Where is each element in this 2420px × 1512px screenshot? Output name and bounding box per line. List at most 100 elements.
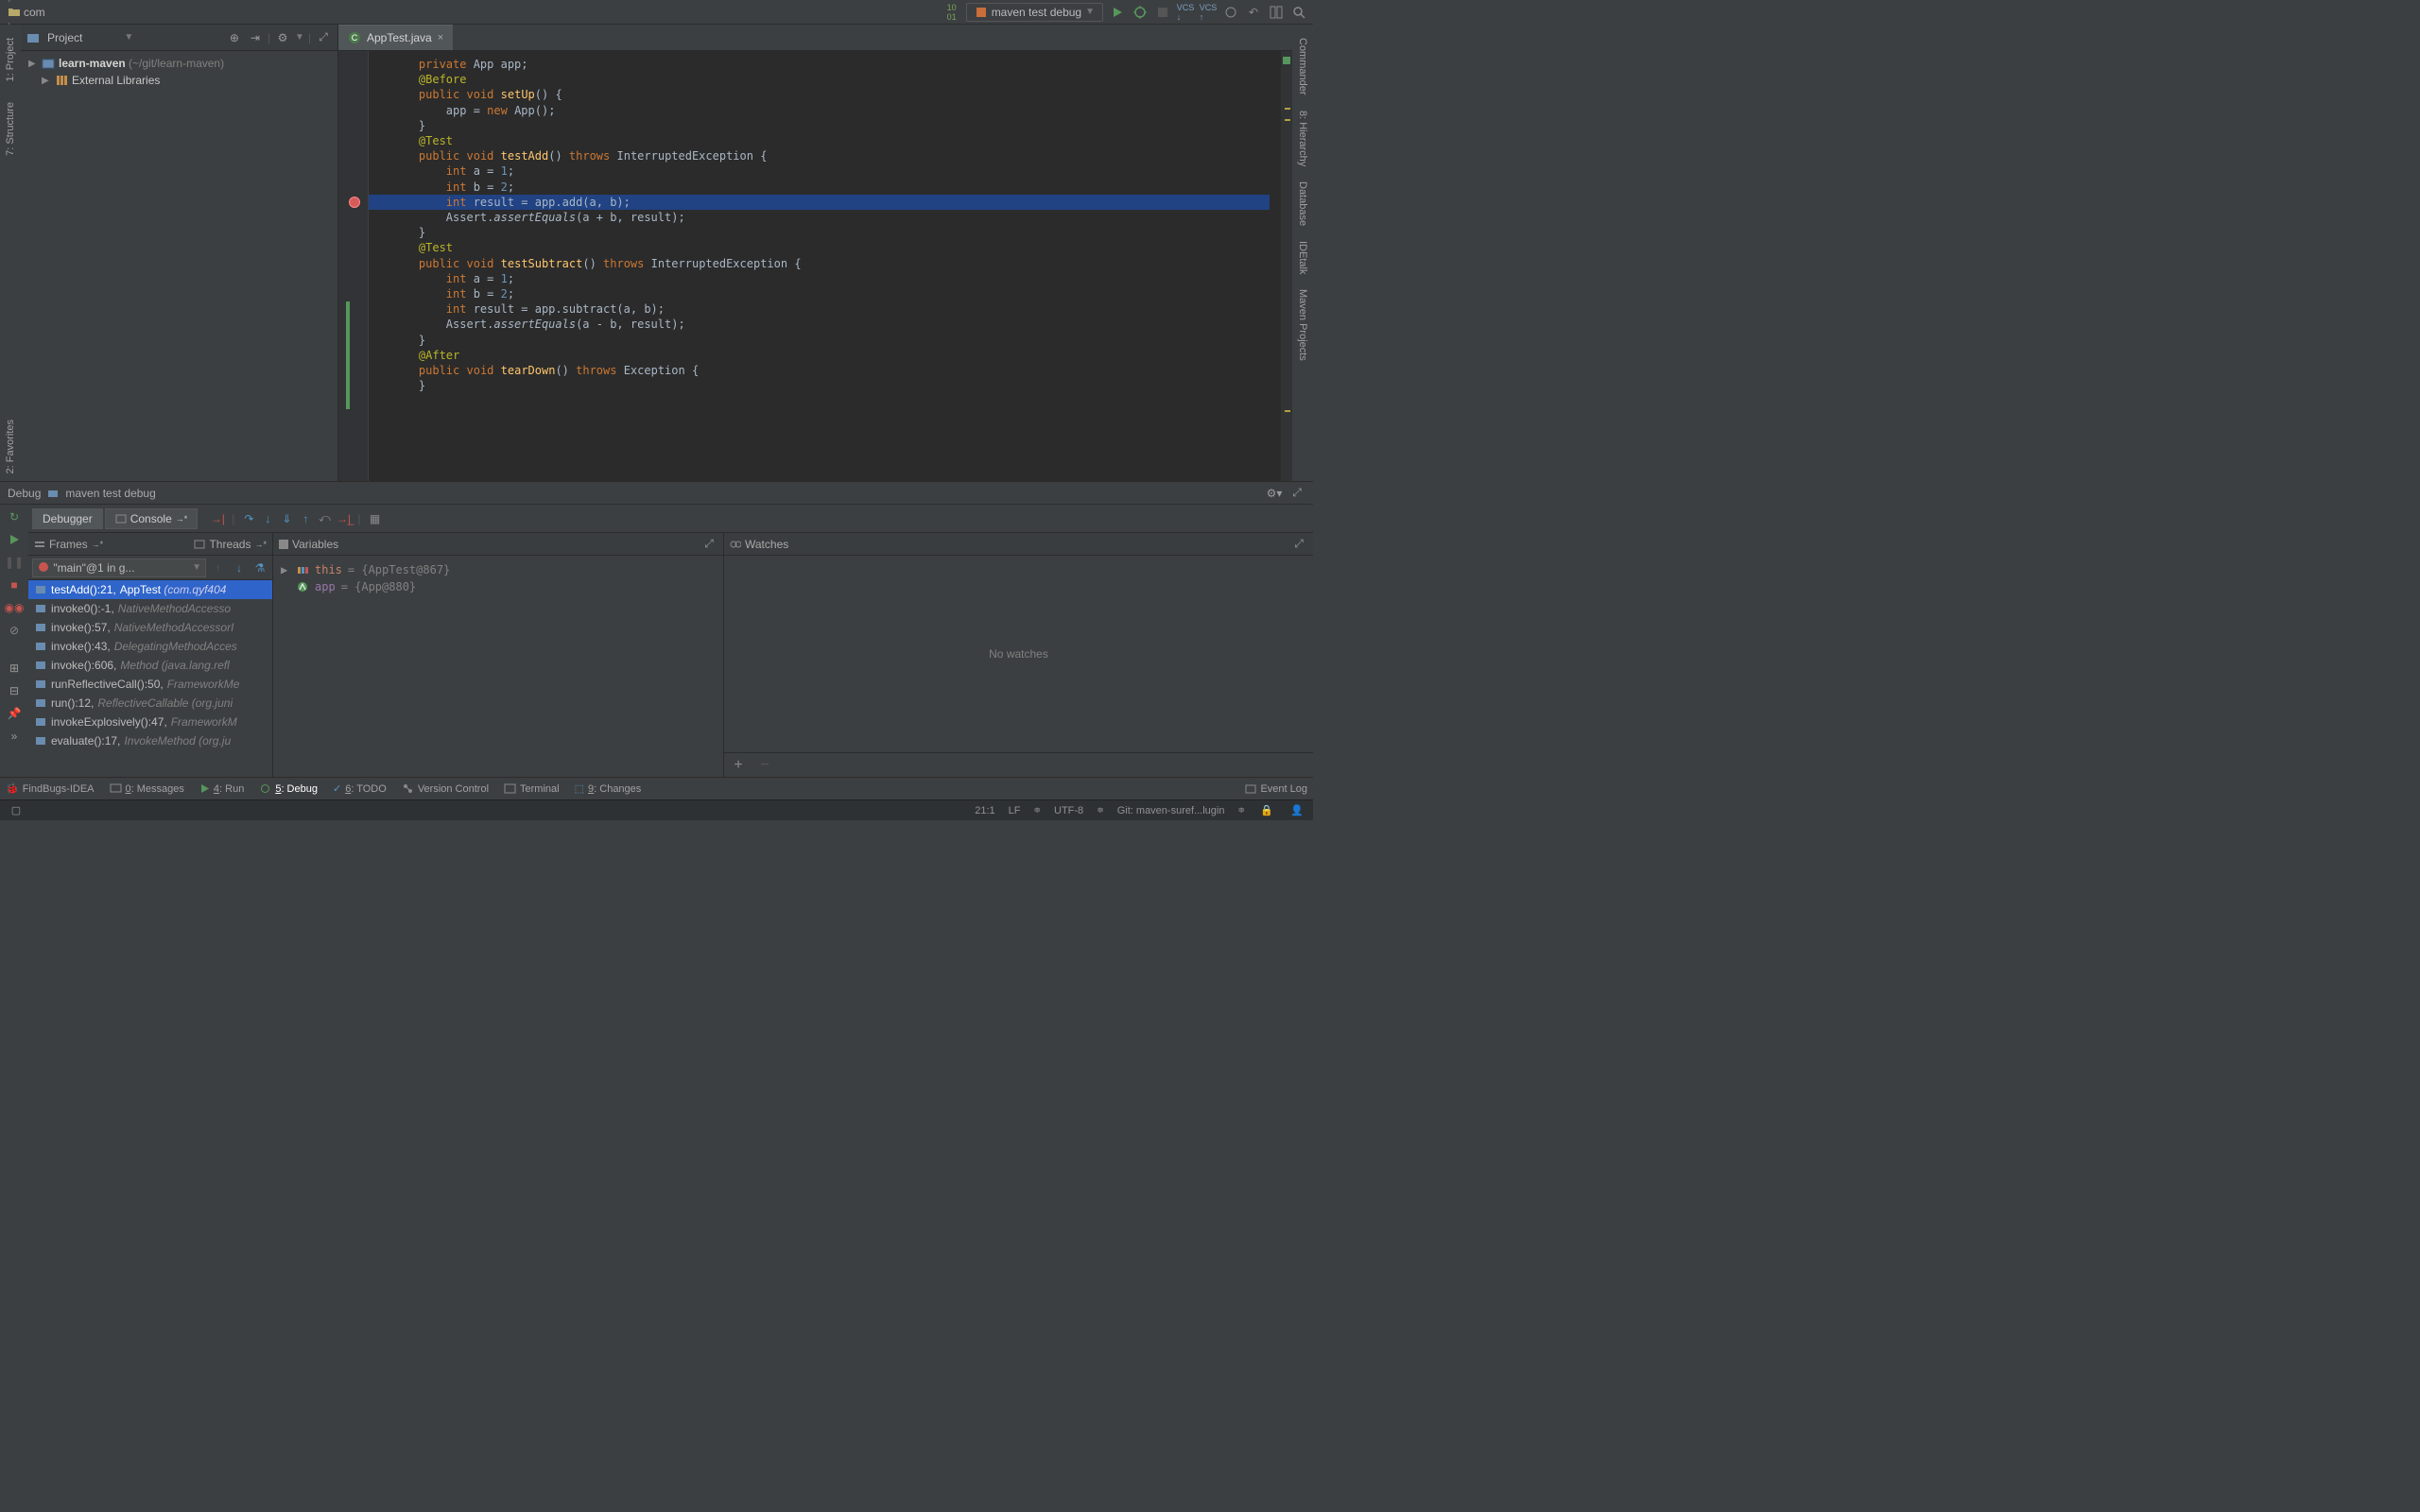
watches-title: Watches: [745, 538, 788, 551]
tool-windows-icon[interactable]: ▢: [8, 802, 25, 819]
frame-row[interactable]: invoke():57, NativeMethodAccessorI: [28, 618, 272, 637]
bottom-tab[interactable]: ✓ 6: TODO: [333, 782, 387, 795]
frame-row[interactable]: invoke0():-1, NativeMethodAccesso: [28, 599, 272, 618]
variable-row[interactable]: app = {App@880}: [279, 578, 717, 595]
structure-popup-icon[interactable]: [1268, 4, 1285, 21]
bottom-tab[interactable]: 5: Debug: [259, 782, 318, 795]
variables-pane: Variables ⤢ ▶this = {AppTest@867}app = {…: [273, 533, 724, 777]
debug-icon[interactable]: [1132, 4, 1149, 21]
step-into-icon[interactable]: ↓: [259, 510, 276, 527]
undo-icon[interactable]: ↶: [1245, 4, 1262, 21]
run-config-dropdown[interactable]: maven test debug ▼: [966, 3, 1103, 22]
tool-idetalk[interactable]: IDEtalk: [1295, 233, 1310, 282]
tab-debugger[interactable]: Debugger: [32, 508, 103, 529]
code-editor[interactable]: private App app; @Before public void set…: [369, 51, 1281, 481]
editor-gutter[interactable]: [338, 51, 369, 481]
restore-icon[interactable]: ⤢: [1290, 536, 1307, 553]
thread-selector[interactable]: "main"@1 in g... ▼: [32, 558, 206, 577]
variables-list[interactable]: ▶this = {AppTest@867}app = {App@880}: [273, 556, 723, 777]
pin-icon[interactable]: 📌: [6, 705, 23, 722]
bottom-tab[interactable]: Version Control: [402, 782, 489, 795]
next-frame-icon[interactable]: ↓: [231, 559, 248, 576]
event-log[interactable]: Event Log: [1245, 783, 1307, 795]
collapse-all-icon[interactable]: ⇥: [247, 29, 264, 46]
overview-ruler[interactable]: [1281, 51, 1292, 481]
drop-frame-icon[interactable]: ⤺: [316, 510, 333, 527]
breadcrumb-item[interactable]: com: [6, 5, 89, 20]
frame-row[interactable]: evaluate():17, InvokeMethod (org.ju: [28, 731, 272, 750]
close-icon[interactable]: ×: [438, 32, 443, 43]
threads-title[interactable]: Threads: [209, 538, 251, 551]
view-breakpoints-icon[interactable]: ◉◉: [6, 599, 23, 616]
bottom-tab[interactable]: 🐞 FindBugs-IDEA: [6, 782, 95, 795]
step-out-icon[interactable]: ↑: [297, 510, 314, 527]
breakpoint-icon[interactable]: [349, 197, 360, 208]
tool-maven[interactable]: Maven Projects: [1295, 282, 1310, 369]
stop-icon[interactable]: ■: [6, 576, 23, 593]
tree-root[interactable]: ▶ learn-maven (~/git/learn-maven): [21, 55, 337, 72]
evaluate-icon[interactable]: ▦: [367, 510, 384, 527]
bottom-tab[interactable]: 0: Messages: [110, 782, 184, 795]
module-icon: [42, 57, 55, 70]
status-bar: ▢ 21:1 LF ≑ UTF-8 ≑ Git: maven-suref...l…: [0, 799, 1313, 820]
tool-hierarchy[interactable]: 8: Hierarchy: [1295, 103, 1310, 174]
restore-layout-icon[interactable]: ⊞: [6, 660, 23, 677]
frame-row[interactable]: invokeExplosively():47, FrameworkM: [28, 713, 272, 731]
tool-database[interactable]: Database: [1295, 174, 1310, 233]
hide-icon[interactable]: ⤢: [315, 29, 332, 46]
frame-row[interactable]: testAdd():21, AppTest (com.qyf404: [28, 580, 272, 599]
frame-list[interactable]: testAdd():21, AppTest (com.qyf404invoke0…: [28, 580, 272, 777]
tree-external-libs[interactable]: ▶ External Libraries: [21, 72, 337, 89]
bottom-tab[interactable]: Terminal: [504, 782, 560, 795]
lock-icon[interactable]: 🔒: [1258, 802, 1275, 819]
project-tree[interactable]: ▶ learn-maven (~/git/learn-maven) ▶ Exte…: [21, 51, 337, 481]
tool-commander[interactable]: Commander: [1295, 30, 1310, 103]
variable-row[interactable]: ▶this = {AppTest@867}: [279, 561, 717, 578]
frame-row[interactable]: run():12, ReflectiveCallable (org.juni: [28, 694, 272, 713]
force-step-into-icon[interactable]: ⇓: [278, 510, 295, 527]
bottom-tab[interactable]: 4: Run: [199, 783, 244, 795]
run-icon[interactable]: [1109, 4, 1126, 21]
git-branch[interactable]: Git: maven-suref...lugin: [1117, 805, 1225, 816]
frame-row[interactable]: runReflectiveCall():50, FrameworkMe: [28, 675, 272, 694]
tool-project[interactable]: 1: Project: [3, 30, 18, 89]
more-icon[interactable]: »: [6, 728, 23, 745]
editor-tab-apptest[interactable]: C AppTest.java ×: [338, 25, 453, 50]
step-over-icon[interactable]: ↷: [240, 510, 257, 527]
vcs-commit-icon[interactable]: VCS↑: [1200, 4, 1217, 21]
search-icon[interactable]: [1290, 4, 1307, 21]
add-watch-icon[interactable]: +: [730, 757, 747, 774]
settings-icon[interactable]: ⊟: [6, 682, 23, 699]
pause-icon: ❚❚: [6, 554, 23, 571]
gear-icon[interactable]: ⚙: [274, 29, 291, 46]
editor-area: C AppTest.java × private App app; @Befor…: [338, 25, 1292, 481]
binary-icon[interactable]: 1001: [943, 4, 960, 21]
scroll-from-source-icon[interactable]: ⊕: [226, 29, 243, 46]
tool-favorites[interactable]: 2: Favorites: [3, 412, 18, 481]
frames-title: Frames: [49, 538, 88, 551]
frame-row[interactable]: invoke():606, Method (java.lang.refl: [28, 656, 272, 675]
hide-icon[interactable]: ⤢: [1288, 485, 1305, 502]
tab-console[interactable]: Console →*: [105, 508, 199, 529]
editor-tab-label: AppTest.java: [367, 31, 432, 44]
run-to-cursor-icon[interactable]: →|̲: [335, 510, 352, 527]
vcs-update-icon[interactable]: VCS↓: [1177, 4, 1194, 21]
line-separator[interactable]: LF: [1009, 805, 1021, 816]
restore-icon[interactable]: ⤢: [700, 536, 717, 553]
resume-icon[interactable]: [6, 531, 23, 548]
frame-row[interactable]: invoke():43, DelegatingMethodAcces: [28, 637, 272, 656]
frames-pane: Frames →* Threads →* "main"@1 in g... ▼: [28, 533, 273, 777]
encoding[interactable]: UTF-8: [1054, 805, 1083, 816]
history-icon[interactable]: [1222, 4, 1239, 21]
hector-icon[interactable]: 👤: [1288, 802, 1305, 819]
show-exec-point-icon[interactable]: →|: [209, 510, 226, 527]
rerun-icon[interactable]: ↻: [6, 508, 23, 525]
filter-icon[interactable]: ⚗: [251, 559, 268, 576]
mute-breakpoints-icon[interactable]: ⊘: [6, 622, 23, 639]
watches-pane: Watches ⤢ No watches + −: [724, 533, 1313, 777]
project-panel: Project ▼ ⊕ ⇥ | ⚙ ▼ | ⤢ ▶ learn-maven (~…: [21, 25, 338, 481]
gear-icon[interactable]: ⚙▾: [1266, 485, 1283, 502]
bottom-tab[interactable]: ⬚ 9: Changes: [575, 782, 642, 795]
tool-structure[interactable]: 7: Structure: [3, 94, 18, 163]
caret-position[interactable]: 21:1: [975, 805, 994, 816]
